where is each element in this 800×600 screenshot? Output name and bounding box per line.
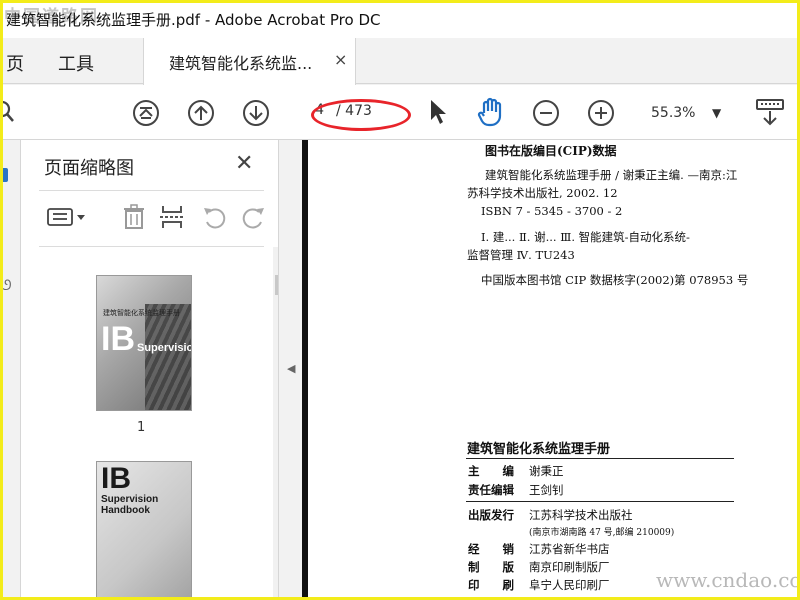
thumb-cover-title: 建筑智能化系统监理手册 — [103, 309, 180, 317]
tab-document[interactable]: 建筑智能化系统监... × — [143, 38, 356, 85]
select-pointer-icon[interactable] — [424, 97, 450, 127]
page-thumbnail-1[interactable]: 建筑智能化系统监理手册 IB Supervision — [96, 275, 192, 411]
colophon-value: 阜宁人民印刷厂 — [529, 578, 610, 592]
divider — [466, 458, 734, 459]
cip-line: 监督管理 Ⅳ. TU243 — [467, 248, 575, 262]
window-title: 建筑智能化系统监理手册.pdf - Adobe Acrobat Pro DC — [6, 11, 381, 29]
tab-home[interactable]: 页 — [6, 50, 24, 76]
tab-close-icon[interactable]: × — [334, 50, 347, 69]
highlight-annotation — [311, 99, 411, 131]
colophon-key: 责任编辑 — [468, 483, 514, 497]
rotate-right-icon[interactable] — [239, 202, 269, 232]
colophon-key: 主 编 — [468, 464, 514, 478]
publisher-address: (南京市湖南路 47 号,邮编 210009) — [529, 528, 675, 538]
insert-pages-icon[interactable] — [157, 202, 187, 232]
colophon-key: 制 版 — [468, 560, 514, 574]
colophon-value: 江苏省新华书店 — [529, 542, 610, 556]
pdf-page: 图书在版编目(CIP)数据 建筑智能化系统监理手册 / 谢秉正主编. —南京:江… — [308, 140, 800, 600]
search-icon[interactable] — [0, 99, 18, 127]
cover-building-image — [145, 304, 191, 410]
colophon-key: 经 销 — [468, 542, 514, 556]
page-thumbnail-2[interactable]: IB Supervision Handbook — [96, 461, 192, 600]
tab-document-label: 建筑智能化系统监... — [169, 54, 313, 73]
thumbnails-panel: 页面缩略图 ✕ 建筑智能化系统监理手册 IB Supervision 1 IB … — [20, 140, 293, 600]
panel-close-icon[interactable]: ✕ — [235, 151, 253, 176]
rotate-left-icon[interactable] — [199, 202, 229, 232]
colophon-value: 谢秉正 — [529, 464, 564, 478]
bookmark-icon[interactable] — [0, 168, 8, 182]
zoom-out-icon[interactable] — [531, 98, 561, 128]
previous-page-icon[interactable] — [186, 98, 216, 128]
attachment-icon[interactable]: ᘎ — [0, 278, 12, 294]
tab-tools[interactable]: 工具 — [58, 50, 94, 76]
cip-line: ISBN 7 - 5345 - 3700 - 2 — [481, 204, 623, 218]
thumbnail-list: 建筑智能化系统监理手册 IB Supervision 1 IB Supervis… — [21, 247, 279, 600]
thumb-cover-word: Supervision Handbook — [101, 494, 159, 516]
keyboard-scroll-icon[interactable] — [754, 96, 786, 128]
document-view[interactable]: 图书在版编目(CIP)数据 建筑智能化系统监理手册 / 谢秉正主编. —南京:江… — [302, 140, 800, 600]
book-title: 建筑智能化系统监理手册 — [467, 442, 611, 457]
zoom-value: 55.3% — [651, 105, 696, 121]
collapse-panel-icon[interactable]: ◀ — [287, 362, 295, 375]
panel-title: 页面缩略图 — [44, 158, 134, 179]
colophon-key: 印 刷 — [468, 578, 514, 592]
thumb-cover-logo: IB — [101, 320, 135, 358]
colophon-value: 王剑钊 — [529, 483, 564, 497]
divider — [39, 190, 264, 191]
colophon-key: 出版发行 — [468, 508, 514, 522]
cip-line: Ⅰ. 建... Ⅱ. 谢... Ⅲ. 智能建筑-自动化系统- — [481, 230, 690, 244]
delete-icon[interactable] — [119, 202, 149, 232]
cip-line: 建筑智能化系统监理手册 / 谢秉正主编. —南京:江 — [485, 168, 738, 182]
cip-line: 中国版本图书馆 CIP 数据核字(2002)第 078953 号 — [481, 273, 749, 287]
thumb-cover-word: Supervision — [137, 342, 191, 354]
panel-splitter[interactable]: ◀ — [278, 140, 302, 600]
divider — [466, 501, 734, 502]
colophon-value: 南京印刷制版厂 — [529, 560, 610, 574]
colophon-value: 江苏科学技术出版社 — [529, 508, 633, 522]
left-nav-strip: ᘎ — [0, 140, 20, 600]
hand-tool-icon[interactable] — [474, 95, 508, 129]
main-toolbar: 4 / 473 55.3% ▼ — [0, 85, 800, 140]
first-page-icon[interactable] — [131, 98, 161, 128]
thumb-cover-logo: IB — [101, 462, 131, 495]
thumbnail-options-icon[interactable] — [45, 202, 89, 232]
cip-line: 苏科学技术出版社, 2002. 12 — [467, 186, 618, 200]
tab-bar: 页 工具 — [0, 38, 800, 84]
title-bar: 中国道路网 建筑智能化系统监理手册.pdf - Adobe Acrobat Pr… — [0, 0, 800, 38]
thumbnail-page-number: 1 — [137, 420, 146, 435]
zoom-in-icon[interactable] — [586, 98, 616, 128]
next-page-icon[interactable] — [241, 98, 271, 128]
chevron-down-icon: ▼ — [712, 106, 722, 120]
zoom-dropdown[interactable]: 55.3% ▼ — [642, 100, 734, 126]
cip-heading: 图书在版编目(CIP)数据 — [485, 144, 617, 158]
